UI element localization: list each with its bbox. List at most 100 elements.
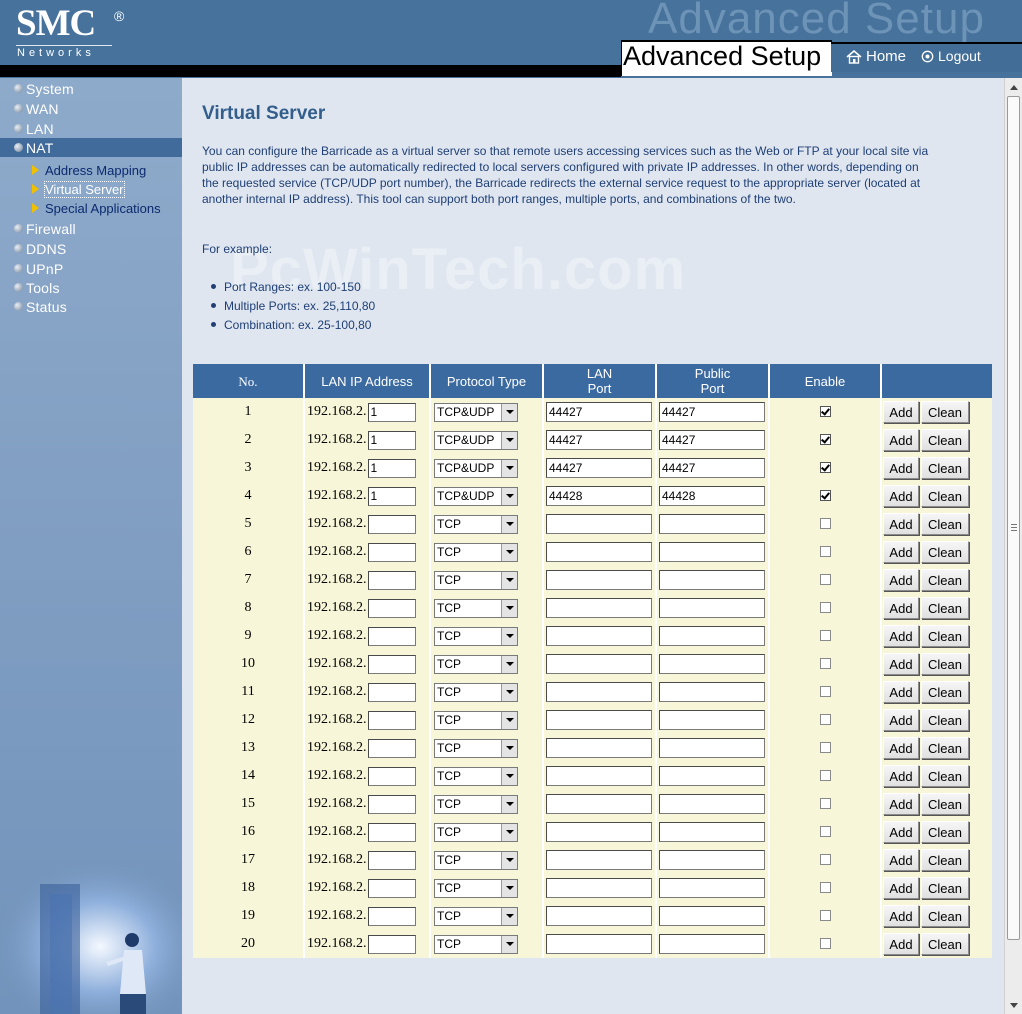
clean-button[interactable]: Clean bbox=[921, 709, 969, 731]
lan-port-input[interactable] bbox=[546, 878, 652, 898]
clean-button[interactable]: Clean bbox=[921, 681, 969, 703]
clean-button[interactable]: Clean bbox=[921, 429, 969, 451]
enable-checkbox[interactable] bbox=[819, 630, 831, 642]
logout-link[interactable]: Logout bbox=[921, 48, 981, 64]
public-port-input[interactable] bbox=[659, 486, 765, 506]
protocol-select[interactable]: TCP bbox=[434, 542, 518, 562]
add-button[interactable]: Add bbox=[883, 569, 919, 591]
lan-ip-input[interactable] bbox=[367, 794, 416, 814]
dropdown-button[interactable] bbox=[501, 907, 517, 925]
lan-ip-input[interactable] bbox=[367, 654, 416, 674]
dropdown-button[interactable] bbox=[501, 515, 517, 533]
dropdown-button[interactable] bbox=[501, 683, 517, 701]
lan-port-input[interactable] bbox=[546, 934, 652, 954]
public-port-input[interactable] bbox=[659, 822, 765, 842]
add-button[interactable]: Add bbox=[883, 653, 919, 675]
lan-port-input[interactable] bbox=[546, 794, 652, 814]
enable-checkbox[interactable] bbox=[819, 854, 831, 866]
sidebar-item-firewall[interactable]: Firewall bbox=[0, 219, 182, 238]
enable-checkbox[interactable] bbox=[819, 574, 831, 586]
public-port-input[interactable] bbox=[659, 430, 765, 450]
dropdown-button[interactable] bbox=[501, 711, 517, 729]
enable-checkbox[interactable] bbox=[819, 798, 831, 810]
enable-checkbox[interactable] bbox=[819, 910, 831, 922]
sidebar-item-nat[interactable]: NAT bbox=[0, 138, 182, 157]
protocol-select[interactable]: TCP&UDP bbox=[434, 458, 518, 478]
enable-checkbox[interactable] bbox=[819, 518, 831, 530]
clean-button[interactable]: Clean bbox=[921, 569, 969, 591]
public-port-input[interactable] bbox=[659, 458, 765, 478]
lan-port-input[interactable] bbox=[546, 430, 652, 450]
protocol-select[interactable]: TCP bbox=[434, 738, 518, 758]
lan-ip-input[interactable] bbox=[367, 934, 416, 954]
public-port-input[interactable] bbox=[659, 710, 765, 730]
protocol-select[interactable]: TCP&UDP bbox=[434, 402, 518, 422]
add-button[interactable]: Add bbox=[883, 625, 919, 647]
public-port-input[interactable] bbox=[659, 766, 765, 786]
add-button[interactable]: Add bbox=[883, 793, 919, 815]
lan-ip-input[interactable] bbox=[367, 402, 416, 422]
enable-checkbox[interactable] bbox=[819, 742, 831, 754]
dropdown-button[interactable] bbox=[501, 543, 517, 561]
lan-port-input[interactable] bbox=[546, 542, 652, 562]
public-port-input[interactable] bbox=[659, 570, 765, 590]
sidebar-item-wan[interactable]: WAN bbox=[0, 99, 182, 118]
sidebar-item-ddns[interactable]: DDNS bbox=[0, 239, 182, 258]
protocol-select[interactable]: TCP&UDP bbox=[434, 486, 518, 506]
clean-button[interactable]: Clean bbox=[921, 401, 969, 423]
add-button[interactable]: Add bbox=[883, 429, 919, 451]
sidebar-subitem-address-mapping[interactable]: Address Mapping bbox=[32, 161, 146, 179]
add-button[interactable]: Add bbox=[883, 877, 919, 899]
lan-ip-input[interactable] bbox=[367, 710, 416, 730]
dropdown-button[interactable] bbox=[501, 627, 517, 645]
vertical-scrollbar[interactable] bbox=[1004, 78, 1022, 1014]
lan-ip-input[interactable] bbox=[367, 598, 416, 618]
add-button[interactable]: Add bbox=[883, 597, 919, 619]
lan-port-input[interactable] bbox=[546, 598, 652, 618]
add-button[interactable]: Add bbox=[883, 541, 919, 563]
lan-ip-input[interactable] bbox=[367, 570, 416, 590]
lan-port-input[interactable] bbox=[546, 626, 652, 646]
lan-port-input[interactable] bbox=[546, 570, 652, 590]
lan-ip-input[interactable] bbox=[367, 542, 416, 562]
add-button[interactable]: Add bbox=[883, 765, 919, 787]
dropdown-button[interactable] bbox=[501, 571, 517, 589]
clean-button[interactable]: Clean bbox=[921, 793, 969, 815]
lan-port-input[interactable] bbox=[546, 682, 652, 702]
add-button[interactable]: Add bbox=[883, 737, 919, 759]
dropdown-button[interactable] bbox=[501, 459, 517, 477]
enable-checkbox[interactable] bbox=[819, 714, 831, 726]
home-link[interactable]: Home bbox=[846, 48, 906, 65]
public-port-input[interactable] bbox=[659, 878, 765, 898]
add-button[interactable]: Add bbox=[883, 485, 919, 507]
lan-port-input[interactable] bbox=[546, 906, 652, 926]
lan-port-input[interactable] bbox=[546, 654, 652, 674]
enable-checkbox[interactable] bbox=[819, 882, 831, 894]
add-button[interactable]: Add bbox=[883, 457, 919, 479]
public-port-input[interactable] bbox=[659, 626, 765, 646]
public-port-input[interactable] bbox=[659, 906, 765, 926]
protocol-select[interactable]: TCP bbox=[434, 766, 518, 786]
enable-checkbox[interactable] bbox=[819, 602, 831, 614]
sidebar-item-lan[interactable]: LAN bbox=[0, 119, 182, 138]
dropdown-button[interactable] bbox=[501, 879, 517, 897]
lan-port-input[interactable] bbox=[546, 822, 652, 842]
sidebar-item-upnp[interactable]: UPnP bbox=[0, 259, 182, 278]
protocol-select[interactable]: TCP bbox=[434, 794, 518, 814]
add-button[interactable]: Add bbox=[883, 513, 919, 535]
clean-button[interactable]: Clean bbox=[921, 653, 969, 675]
protocol-select[interactable]: TCP bbox=[434, 682, 518, 702]
public-port-input[interactable] bbox=[659, 514, 765, 534]
clean-button[interactable]: Clean bbox=[921, 933, 969, 955]
public-port-input[interactable] bbox=[659, 738, 765, 758]
clean-button[interactable]: Clean bbox=[921, 625, 969, 647]
add-button[interactable]: Add bbox=[883, 401, 919, 423]
scroll-down-button[interactable] bbox=[1006, 997, 1022, 1013]
lan-port-input[interactable] bbox=[546, 766, 652, 786]
add-button[interactable]: Add bbox=[883, 681, 919, 703]
clean-button[interactable]: Clean bbox=[921, 737, 969, 759]
protocol-select[interactable]: TCP bbox=[434, 654, 518, 674]
add-button[interactable]: Add bbox=[883, 905, 919, 927]
lan-port-input[interactable] bbox=[546, 738, 652, 758]
lan-ip-input[interactable] bbox=[367, 766, 416, 786]
